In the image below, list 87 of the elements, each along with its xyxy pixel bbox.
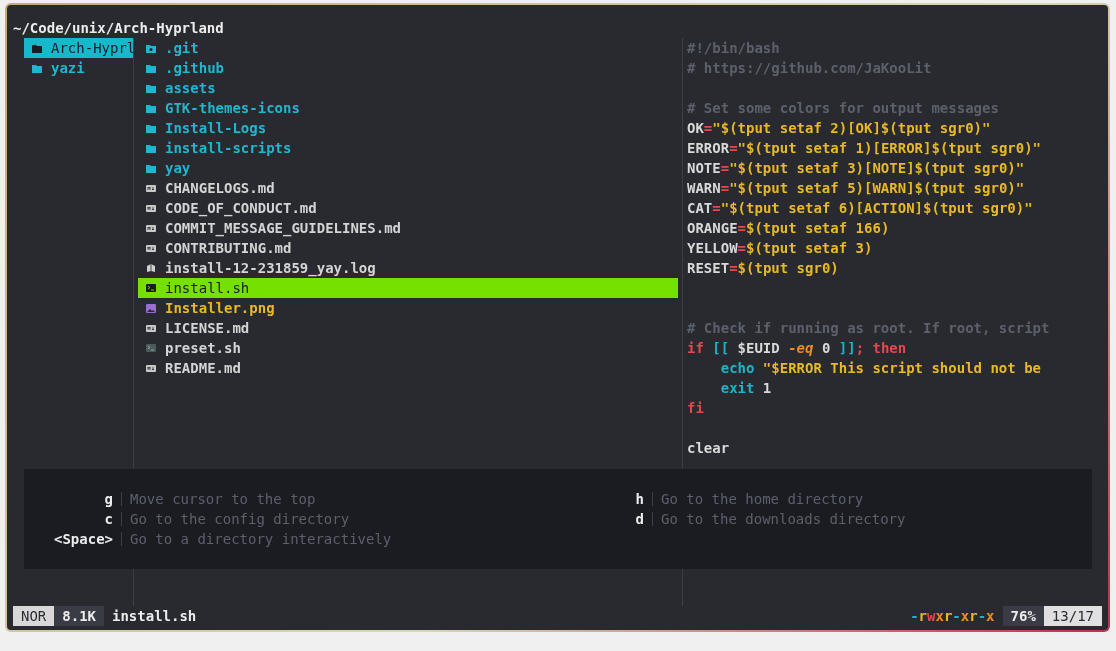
markdown-icon: [146, 324, 156, 332]
code-token: =: [720, 160, 730, 176]
file-list-item[interactable]: COMMIT_MESSAGE_GUIDELINES.md: [138, 218, 678, 238]
code-token: 0: [820, 340, 832, 356]
code-token: WARN: [687, 180, 721, 196]
shortcut-key: g: [24, 489, 113, 509]
file-list-item[interactable]: Install-Logs: [138, 118, 678, 138]
status-filename: install.sh: [111, 607, 198, 626]
code-token: "$(tput setaf 1)[ERROR]$(tput sgr0)": [737, 140, 1042, 156]
shortcut-description: Go to the config directory: [130, 510, 350, 529]
code-token: exit: [719, 380, 755, 396]
shortcut-description: Move cursor to the top: [130, 490, 316, 509]
terminal-icon: [146, 284, 156, 292]
code-token: =: [729, 260, 738, 276]
code-token: CAT: [687, 200, 713, 216]
code-token: ; then: [855, 340, 907, 356]
image-icon: [146, 303, 156, 313]
code-token: "$(tput setaf 3)[NOTE]$(tput sgr0)": [729, 160, 1025, 176]
shortcut-description: Go to the downloads directory: [661, 510, 906, 529]
shortcut-key: d: [564, 509, 644, 529]
code-token: ERROR: [687, 140, 730, 156]
code-token: -eq: [788, 340, 814, 356]
code-token: # Check if running as root. If root, script: [687, 320, 1050, 336]
code-token: "$(tput setaf 5)[WARN]$(tput sgr0)": [729, 180, 1025, 196]
code-token: $(tput sgr0): [737, 260, 839, 276]
code-token: =: [703, 120, 713, 136]
scroll-percent: 76%: [1002, 606, 1044, 626]
code-token: clear: [687, 440, 730, 456]
code-token: 1: [761, 380, 772, 396]
markdown-icon: [146, 184, 156, 192]
code-token: # Set some colors for output messages: [687, 100, 999, 116]
file-list-item[interactable]: assets: [138, 78, 678, 98]
mode-indicator: NOR: [13, 606, 55, 626]
code-token: =: [737, 240, 746, 256]
code-token: "$(tput setaf 6)[ACTION]$(tput sgr0)": [720, 200, 1033, 216]
code-token: OK: [687, 120, 704, 136]
code-token: NOTE: [687, 160, 721, 176]
code-token: =: [737, 220, 746, 236]
file-list-item[interactable]: README.md: [138, 358, 678, 378]
file-list-item[interactable]: CHANGELOGS.md: [138, 178, 678, 198]
code-token: =: [720, 180, 730, 196]
file-list-item[interactable]: GTK-themes-icons: [138, 98, 678, 118]
file-list-item[interactable]: yay: [138, 158, 678, 178]
code-token: "$ERROR This script should not be: [762, 360, 1041, 376]
markdown-icon: [146, 204, 156, 212]
shortcut-key: h: [564, 489, 644, 509]
current-path: ~/Code/unix/Arch-Hyprland: [13, 19, 225, 38]
code-token: fi: [687, 400, 704, 416]
code-token: "$(tput setaf 2)[OK]$(tput sgr0)": [712, 120, 991, 136]
file-list-item[interactable]: CODE_OF_CONDUCT.md: [138, 198, 678, 218]
file-list-item[interactable]: .github: [138, 58, 678, 78]
file-list-item[interactable]: CONTRIBUTING.md: [138, 238, 678, 258]
code-token: [[: [712, 340, 730, 356]
shortcut-description: Go to a directory interactively: [130, 530, 392, 549]
code-token: # https://github.com/JaKooLit: [687, 60, 932, 76]
code-token: echo: [719, 360, 756, 376]
code-token: #!/bin/bash: [687, 40, 780, 56]
file-list-item[interactable]: install-12-231859_yay.log: [138, 258, 678, 278]
code-token: ]]: [838, 340, 856, 356]
shortcut-key: <Space>: [24, 529, 113, 549]
code-token: ORANGE: [687, 220, 738, 236]
file-size: 8.1K: [54, 606, 104, 626]
file-list-item[interactable]: LICENSE.md: [138, 318, 678, 338]
cursor-position: 13/17: [1043, 606, 1102, 626]
shortcut-description: Go to the home directory: [661, 490, 864, 509]
file-list-item[interactable]: preset.sh: [138, 338, 678, 358]
code-token: $EUID: [736, 340, 781, 356]
file-list-item[interactable]: .git: [138, 38, 678, 58]
file-list-item[interactable]: Installer.png: [138, 298, 678, 318]
code-token: $(tput setaf 166): [746, 220, 890, 236]
code-token: if: [687, 340, 705, 356]
document-icon: [146, 263, 156, 273]
code-token: RESET: [687, 260, 730, 276]
file-permissions: -rwxr-xr-x: [909, 607, 996, 626]
code-token: =: [712, 200, 721, 216]
file-list-item[interactable]: install.sh: [138, 278, 678, 298]
code-token: =: [729, 140, 738, 156]
parent-directory-item[interactable]: Arch-Hyprl: [24, 38, 133, 58]
markdown-icon: [146, 364, 156, 372]
file-list-item[interactable]: install-scripts: [138, 138, 678, 158]
markdown-icon: [146, 244, 156, 252]
code-token: YELLOW: [687, 240, 738, 256]
code-token: $(tput setaf 3): [746, 240, 873, 256]
shortcut-key: c: [24, 509, 113, 529]
markdown-icon: [146, 224, 156, 232]
parent-directory-item[interactable]: yazi: [24, 58, 133, 78]
terminal-icon: [146, 344, 156, 352]
